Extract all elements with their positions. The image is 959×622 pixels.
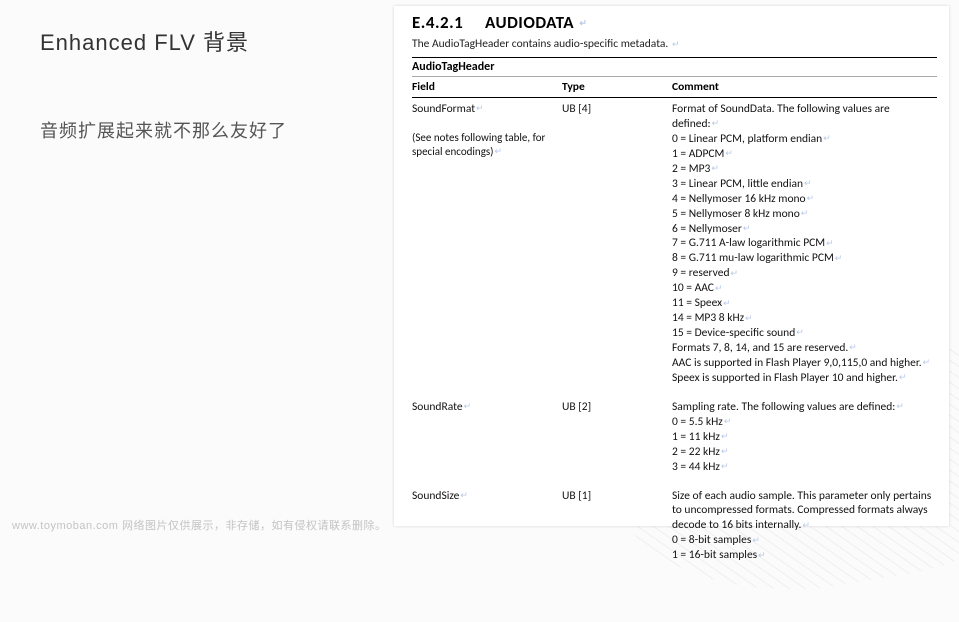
comment-line: 10 = AAC↵ <box>672 281 937 296</box>
comment-line: 2 = 22 kHz↵ <box>672 445 937 460</box>
comment-line: 8 = G.711 mu-law logarithmic PCM↵ <box>672 251 937 266</box>
comment-line: Formats 7, 8, 14, and 15 are reserved.↵ <box>672 341 937 356</box>
comment-line: 0 = Linear PCM, platform endian↵ <box>672 132 937 147</box>
comment-line: Sampling rate. The following values are … <box>672 400 937 415</box>
cell-type: UB [1] <box>562 489 672 564</box>
footer-watermark: www.toymoban.com 网络图片仅供展示，非存储，如有侵权请联系删除。 <box>12 517 386 533</box>
comment-line: 7 = G.711 A-law logarithmic PCM↵ <box>672 236 937 251</box>
table-row: SoundRate↵UB [2]Sampling rate. The follo… <box>412 396 937 485</box>
comment-line: 4 = Nellymoser 16 kHz mono↵ <box>672 192 937 207</box>
table-body: SoundFormat↵(See notes following table, … <box>412 98 937 573</box>
cell-type: UB [2] <box>562 400 672 475</box>
cell-comment: Format of SoundData. The following value… <box>672 102 937 386</box>
cell-comment: Size of each audio sample. This paramete… <box>672 489 937 564</box>
comment-line: 9 = reserved↵ <box>672 266 937 281</box>
comment-line: 5 = Nellymoser 8 kHz mono↵ <box>672 207 937 222</box>
doc-intro: The AudioTagHeader contains audio-specif… <box>412 37 937 51</box>
comment-line: 0 = 5.5 kHz↵ <box>672 415 937 430</box>
comment-line: 14 = MP3 8 kHz↵ <box>672 311 937 326</box>
paragraph-mark-icon: ↵ <box>579 18 587 29</box>
comment-line: 1 = 11 kHz↵ <box>672 430 937 445</box>
table-row: SoundFormat↵(See notes following table, … <box>412 98 937 396</box>
comment-line: 6 = Nellymoser↵ <box>672 222 937 237</box>
comment-line: 1 = ADPCM↵ <box>672 147 937 162</box>
field-note: (See notes following table, for special … <box>412 131 562 159</box>
intro-text: The AudioTagHeader contains audio-specif… <box>412 37 668 51</box>
left-pane: Enhanced FLV 背景 音频扩展起来就不那么友好了 <box>40 25 370 143</box>
col-header-comment: Comment <box>672 80 937 94</box>
page-title: Enhanced FLV 背景 <box>40 25 370 57</box>
col-header-field: Field <box>412 80 562 94</box>
comment-line: 15 = Device-specific sound↵ <box>672 326 937 341</box>
comment-line: 3 = Linear PCM, little endian↵ <box>672 177 937 192</box>
cell-field: SoundSize↵ <box>412 489 562 564</box>
doc-heading: E.4.2.1 AUDIODATA ↵ <box>412 12 937 33</box>
document-panel: E.4.2.1 AUDIODATA ↵ The AudioTagHeader c… <box>394 6 949 526</box>
comment-line: 11 = Speex↵ <box>672 296 937 311</box>
cell-type: UB [4] <box>562 102 672 386</box>
comment-line: AAC is supported in Flash Player 9,0,115… <box>672 356 937 371</box>
comment-line: Format of SoundData. The following value… <box>672 102 937 132</box>
comment-line: 0 = 8-bit samples↵ <box>672 533 937 548</box>
comment-line: Size of each audio sample. This paramete… <box>672 489 937 534</box>
cell-field: SoundRate↵ <box>412 400 562 475</box>
comment-line: Speex is supported in Flash Player 10 an… <box>672 371 937 386</box>
cell-field: SoundFormat↵(See notes following table, … <box>412 102 562 386</box>
heading-number: E.4.2.1 <box>412 12 463 33</box>
heading-text: AUDIODATA <box>485 12 574 33</box>
comment-line: 3 = 44 kHz↵ <box>672 460 937 475</box>
paragraph-mark-icon: ↵ <box>672 39 680 50</box>
table-row: SoundSize↵UB [1]Size of each audio sampl… <box>412 485 937 574</box>
col-header-type: Type <box>562 80 672 94</box>
cell-comment: Sampling rate. The following values are … <box>672 400 937 475</box>
page-subtitle: 音频扩展起来就不那么友好了 <box>40 117 370 143</box>
table-header-row: Field Type Comment <box>412 77 937 98</box>
comment-line: 2 = MP3↵ <box>672 162 937 177</box>
table-title: AudioTagHeader <box>412 57 937 77</box>
comment-line: 1 = 16-bit samples↵ <box>672 548 937 563</box>
